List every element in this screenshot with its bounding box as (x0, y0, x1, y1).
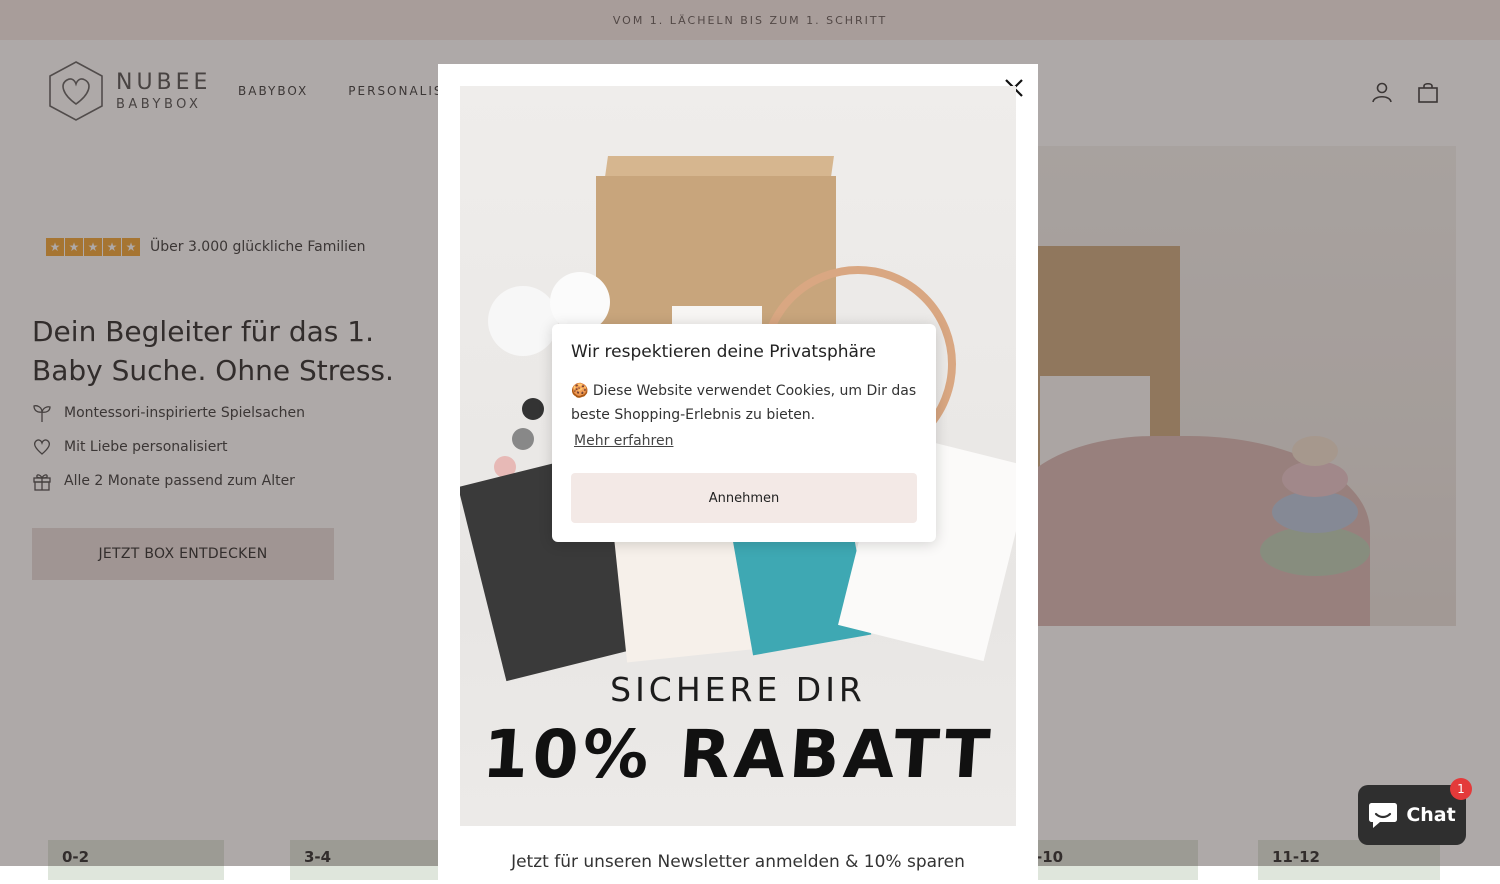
chat-notification-badge: 1 (1450, 778, 1472, 800)
cookie-banner: Wir respektieren deine Privatsphäre 🍪 Di… (552, 324, 936, 542)
promo-discount: 10% RABATT (479, 716, 997, 793)
learn-more-link[interactable]: Mehr erfahren (574, 433, 673, 449)
pompom-shape (550, 272, 610, 332)
pompom-shape (522, 398, 544, 420)
chat-label: Chat (1406, 804, 1456, 826)
cookie-title: Wir respektieren deine Privatsphäre (571, 342, 877, 362)
cookie-text: 🍪 Diese Website verwendet Cookies, um Di… (571, 383, 917, 423)
pompom-shape (488, 286, 558, 356)
pompom-shape (512, 428, 534, 450)
newsletter-subtitle: Jetzt für unseren Newsletter anmelden & … (511, 852, 965, 872)
accept-cookies-button[interactable]: Annehmen (571, 473, 917, 523)
promo-headline: SICHERE DIR (610, 670, 866, 709)
chat-button[interactable]: Chat (1358, 785, 1466, 845)
chat-bubble-icon (1369, 803, 1398, 828)
